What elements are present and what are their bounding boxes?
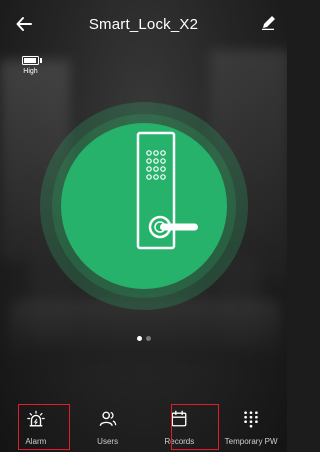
calendar-icon — [171, 410, 187, 427]
pencil-icon — [262, 16, 275, 31]
page-dot-active[interactable] — [136, 336, 142, 341]
edit-button[interactable] — [261, 14, 281, 34]
door-lock-icon — [136, 131, 198, 250]
alarm-siren-icon — [27, 410, 45, 427]
nav-users-label: Users — [97, 437, 119, 446]
back-button[interactable] — [12, 12, 36, 36]
page-indicator — [0, 336, 287, 341]
nav-users[interactable]: Users — [72, 395, 144, 452]
users-icon — [99, 411, 116, 426]
page-dot[interactable] — [145, 336, 151, 341]
nav-alarm-label: Alarm — [25, 437, 47, 446]
nav-records[interactable]: Records — [144, 395, 216, 452]
nav-records-label: Records — [164, 437, 195, 446]
battery-status: High — [22, 56, 42, 75]
header: Smart_Lock_X2 — [0, 0, 287, 48]
smart-lock-screen: Smart_Lock_X2 High Alarm Users Records T… — [0, 0, 287, 452]
nav-temporary-password[interactable]: Temporary PW — [215, 395, 287, 452]
keypad-grid-icon — [244, 411, 258, 428]
back-arrow-icon — [16, 17, 32, 31]
bottom-nav: Alarm Users Records Temporary PW — [0, 395, 287, 452]
battery-fill — [24, 58, 36, 63]
battery-level-label: High — [23, 68, 38, 75]
nav-alarm[interactable]: Alarm — [0, 395, 72, 452]
page-title: Smart_Lock_X2 — [88, 15, 199, 33]
battery-icon — [22, 56, 42, 65]
nav-temporary-password-label: Temporary PW — [224, 437, 278, 446]
